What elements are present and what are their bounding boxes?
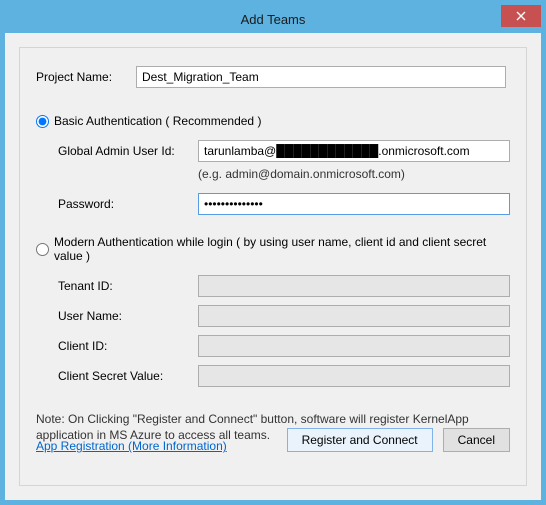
- cancel-button[interactable]: Cancel: [443, 428, 510, 452]
- admin-user-row: Global Admin User Id:: [36, 140, 510, 162]
- basic-auth-radio-row[interactable]: Basic Authentication ( Recommended ): [36, 114, 510, 128]
- admin-user-hint: (e.g. admin@domain.onmicrosoft.com): [36, 167, 510, 181]
- username-label: User Name:: [58, 309, 198, 323]
- secret-input: [198, 365, 510, 387]
- admin-user-label: Global Admin User Id:: [58, 144, 198, 158]
- project-name-label: Project Name:: [36, 70, 136, 84]
- dialog-title: Add Teams: [241, 12, 306, 27]
- dialog-window: Add Teams Project Name: Basic Authentica…: [4, 4, 542, 501]
- username-input: [198, 305, 510, 327]
- admin-user-input[interactable]: [198, 140, 510, 162]
- clientid-row: Client ID:: [36, 335, 510, 357]
- content-area: Project Name: Basic Authentication ( Rec…: [5, 33, 541, 500]
- modern-auth-radio[interactable]: [36, 243, 49, 256]
- button-row: App Registration (More Information) Regi…: [36, 427, 510, 453]
- close-icon: [516, 11, 526, 21]
- basic-auth-radio[interactable]: [36, 115, 49, 128]
- titlebar: Add Teams: [5, 5, 541, 33]
- project-name-row: Project Name:: [36, 66, 510, 88]
- basic-auth-radio-label: Basic Authentication ( Recommended ): [54, 114, 261, 128]
- tenant-id-input: [198, 275, 510, 297]
- modern-auth-radio-row[interactable]: Modern Authentication while login ( by u…: [36, 235, 510, 263]
- form-panel: Project Name: Basic Authentication ( Rec…: [19, 47, 527, 486]
- clientid-label: Client ID:: [58, 339, 198, 353]
- secret-row: Client Secret Value:: [36, 365, 510, 387]
- tenant-id-row: Tenant ID:: [36, 275, 510, 297]
- password-input[interactable]: [198, 193, 510, 215]
- password-label: Password:: [58, 197, 198, 211]
- clientid-input: [198, 335, 510, 357]
- register-connect-button[interactable]: Register and Connect: [287, 428, 433, 452]
- password-row: Password:: [36, 193, 510, 215]
- close-button[interactable]: [501, 5, 541, 27]
- username-row: User Name:: [36, 305, 510, 327]
- project-name-input[interactable]: [136, 66, 506, 88]
- modern-auth-radio-label: Modern Authentication while login ( by u…: [54, 235, 510, 263]
- app-registration-link[interactable]: App Registration (More Information): [36, 439, 227, 453]
- tenant-id-label: Tenant ID:: [58, 279, 198, 293]
- secret-label: Client Secret Value:: [58, 369, 198, 383]
